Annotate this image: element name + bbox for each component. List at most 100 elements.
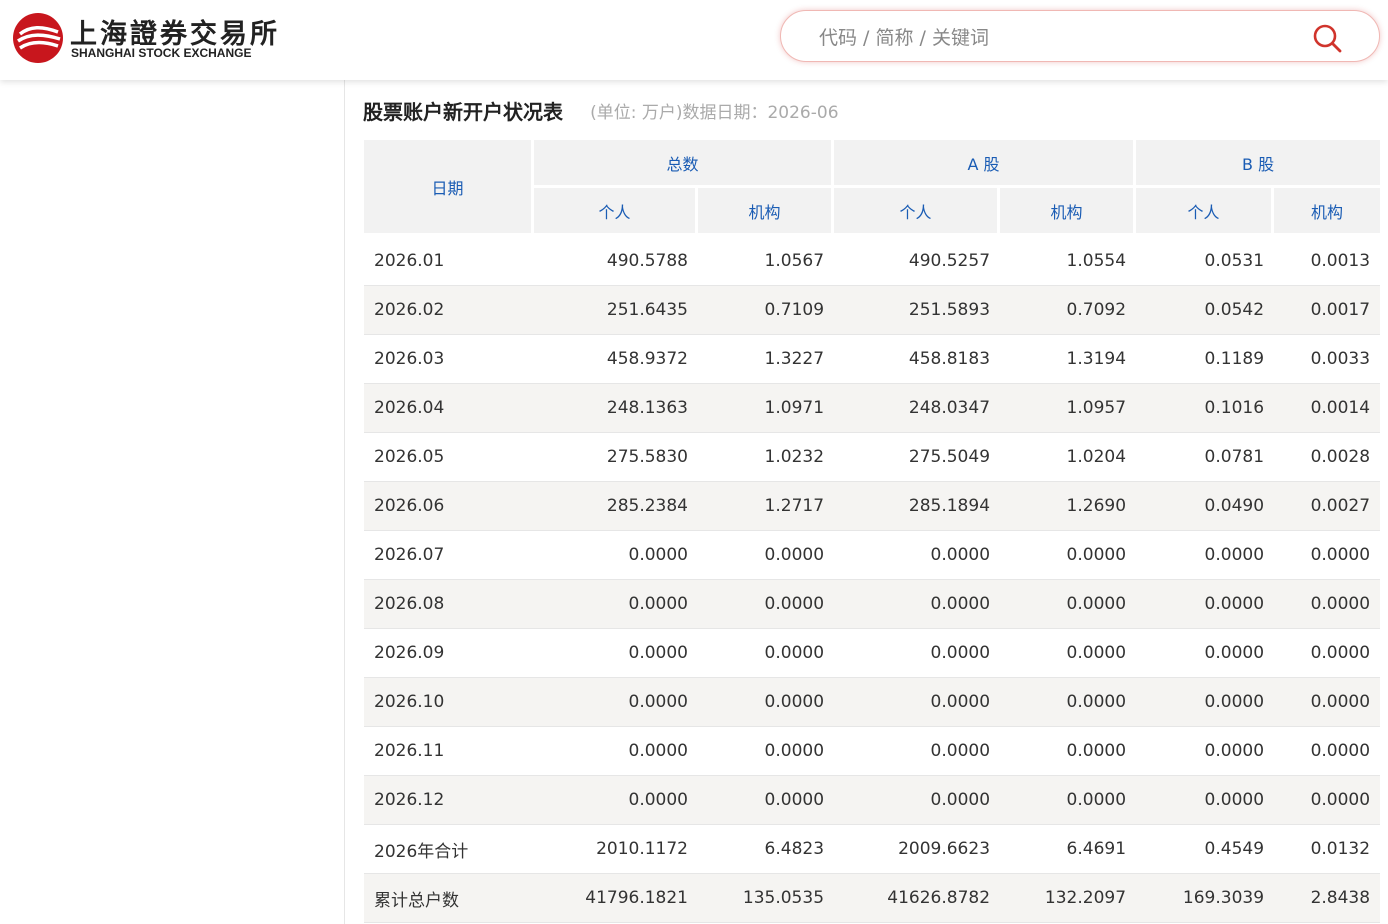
cell-b-institution: 0.0027 bbox=[1274, 482, 1381, 531]
site-header: 上海證券交易所 SHANGHAI STOCK EXCHANGE bbox=[0, 0, 1388, 80]
cell-b-institution: 0.0000 bbox=[1274, 580, 1381, 629]
cell-total-institution: 6.4823 bbox=[698, 825, 835, 874]
logo-english-name: SHANGHAI STOCK EXCHANGE bbox=[71, 46, 252, 60]
cell-a-individual: 0.0000 bbox=[834, 580, 1001, 629]
table-row: 2026.01 490.5788 1.0567 490.5257 1.0554 … bbox=[364, 236, 1381, 286]
cell-a-institution: 6.4691 bbox=[1000, 825, 1137, 874]
cell-b-individual: 0.4549 bbox=[1136, 825, 1275, 874]
table-row: 2026.08 0.0000 0.0000 0.0000 0.0000 0.00… bbox=[364, 580, 1381, 629]
col-header-total-institution: 机构 bbox=[698, 188, 835, 236]
cell-a-individual: 2009.6623 bbox=[834, 825, 1001, 874]
cell-total-individual: 2010.1172 bbox=[534, 825, 698, 874]
col-header-b-institution: 机构 bbox=[1274, 188, 1381, 236]
cell-a-institution: 1.0204 bbox=[1000, 433, 1137, 482]
cell-total-institution: 0.0000 bbox=[698, 727, 835, 776]
cell-total-individual: 490.5788 bbox=[534, 236, 698, 286]
cell-a-institution: 0.0000 bbox=[1000, 580, 1137, 629]
cell-total-individual: 248.1363 bbox=[534, 384, 698, 433]
cell-date: 2026年合计 bbox=[364, 825, 534, 874]
cell-b-institution: 0.0132 bbox=[1274, 825, 1381, 874]
cell-a-institution: 0.0000 bbox=[1000, 531, 1137, 580]
cell-a-individual: 0.0000 bbox=[834, 678, 1001, 727]
cell-total-individual: 0.0000 bbox=[534, 580, 698, 629]
cell-total-individual: 0.0000 bbox=[534, 776, 698, 825]
cell-a-institution: 0.7092 bbox=[1000, 286, 1137, 335]
table-row: 2026.11 0.0000 0.0000 0.0000 0.0000 0.00… bbox=[364, 727, 1381, 776]
search-icon[interactable] bbox=[1311, 22, 1343, 54]
table-header-row-1: 日期 总数 A 股 B 股 bbox=[364, 140, 1381, 236]
cell-b-institution: 0.0000 bbox=[1274, 531, 1381, 580]
report-title: 股票账户新开户状况表 bbox=[363, 100, 563, 124]
cell-total-institution: 1.3227 bbox=[698, 335, 835, 384]
table-row: 2026.05 275.5830 1.0232 275.5049 1.0204 … bbox=[364, 433, 1381, 482]
cell-a-individual: 458.8183 bbox=[834, 335, 1001, 384]
cell-total-institution: 1.0232 bbox=[698, 433, 835, 482]
cell-b-institution: 2.8438 bbox=[1274, 874, 1381, 923]
cell-b-institution: 0.0014 bbox=[1274, 384, 1381, 433]
table-row: 2026.02 251.6435 0.7109 251.5893 0.7092 … bbox=[364, 286, 1381, 335]
table-row-year-total: 2026年合计 2010.1172 6.4823 2009.6623 6.469… bbox=[364, 825, 1381, 874]
cell-b-institution: 0.0013 bbox=[1274, 236, 1381, 286]
search-input[interactable] bbox=[817, 23, 1301, 53]
cell-total-institution: 0.0000 bbox=[698, 678, 835, 727]
cell-date: 2026.02 bbox=[364, 286, 534, 335]
cell-total-individual: 0.0000 bbox=[534, 727, 698, 776]
cell-a-individual: 0.0000 bbox=[834, 776, 1001, 825]
table-row: 2026.09 0.0000 0.0000 0.0000 0.0000 0.00… bbox=[364, 629, 1381, 678]
cell-a-institution: 1.2690 bbox=[1000, 482, 1137, 531]
table-row: 2026.10 0.0000 0.0000 0.0000 0.0000 0.00… bbox=[364, 678, 1381, 727]
table-row: 2026.07 0.0000 0.0000 0.0000 0.0000 0.00… bbox=[364, 531, 1381, 580]
cell-total-institution: 1.2717 bbox=[698, 482, 835, 531]
cell-a-institution: 132.2097 bbox=[1000, 874, 1137, 923]
cell-b-individual: 0.0000 bbox=[1136, 580, 1275, 629]
cell-a-individual: 0.0000 bbox=[834, 727, 1001, 776]
cell-total-institution: 0.0000 bbox=[698, 580, 835, 629]
col-header-a-share: A 股 bbox=[834, 140, 1137, 188]
cell-b-individual: 0.0000 bbox=[1136, 531, 1275, 580]
left-sidebar bbox=[0, 80, 345, 924]
cell-b-institution: 0.0000 bbox=[1274, 678, 1381, 727]
col-header-a-institution: 机构 bbox=[1000, 188, 1137, 236]
cell-b-institution: 0.0000 bbox=[1274, 776, 1381, 825]
cell-total-individual: 0.0000 bbox=[534, 678, 698, 727]
cell-total-individual: 251.6435 bbox=[534, 286, 698, 335]
col-header-a-individual: 个人 bbox=[834, 188, 1001, 236]
cell-b-institution: 0.0028 bbox=[1274, 433, 1381, 482]
cell-a-institution: 0.0000 bbox=[1000, 678, 1137, 727]
cell-b-individual: 0.0490 bbox=[1136, 482, 1275, 531]
cell-date: 累计总户数 bbox=[364, 874, 534, 923]
cell-total-institution: 135.0535 bbox=[698, 874, 835, 923]
cell-date: 2026.05 bbox=[364, 433, 534, 482]
table-row: 2026.12 0.0000 0.0000 0.0000 0.0000 0.00… bbox=[364, 776, 1381, 825]
cell-b-individual: 0.0781 bbox=[1136, 433, 1275, 482]
cell-date: 2026.09 bbox=[364, 629, 534, 678]
cell-b-institution: 0.0033 bbox=[1274, 335, 1381, 384]
cell-b-institution: 0.0000 bbox=[1274, 629, 1381, 678]
cell-total-institution: 0.7109 bbox=[698, 286, 835, 335]
cell-date: 2026.03 bbox=[364, 335, 534, 384]
table-row: 2026.03 458.9372 1.3227 458.8183 1.3194 … bbox=[364, 335, 1381, 384]
cell-a-institution: 1.3194 bbox=[1000, 335, 1137, 384]
cell-date: 2026.07 bbox=[364, 531, 534, 580]
cell-date: 2026.04 bbox=[364, 384, 534, 433]
cell-a-institution: 1.0554 bbox=[1000, 236, 1137, 286]
sse-logo-mark-icon bbox=[13, 13, 63, 63]
cell-b-individual: 0.0000 bbox=[1136, 678, 1275, 727]
table-row: 2026.06 285.2384 1.2717 285.1894 1.2690 … bbox=[364, 482, 1381, 531]
cell-total-institution: 1.0567 bbox=[698, 236, 835, 286]
cell-total-individual: 285.2384 bbox=[534, 482, 698, 531]
col-header-b-share: B 股 bbox=[1136, 140, 1381, 188]
cell-total-individual: 0.0000 bbox=[534, 531, 698, 580]
col-header-b-individual: 个人 bbox=[1136, 188, 1275, 236]
table-row: 2026.04 248.1363 1.0971 248.0347 1.0957 … bbox=[364, 384, 1381, 433]
cell-date: 2026.08 bbox=[364, 580, 534, 629]
cell-a-institution: 0.0000 bbox=[1000, 776, 1137, 825]
col-header-total: 总数 bbox=[534, 140, 835, 188]
cell-a-individual: 285.1894 bbox=[834, 482, 1001, 531]
cell-a-institution: 1.0957 bbox=[1000, 384, 1137, 433]
sse-logo[interactable]: 上海證券交易所 SHANGHAI STOCK EXCHANGE bbox=[12, 10, 277, 66]
cell-a-individual: 41626.8782 bbox=[834, 874, 1001, 923]
cell-total-individual: 275.5830 bbox=[534, 433, 698, 482]
cell-b-individual: 0.1189 bbox=[1136, 335, 1275, 384]
cell-b-institution: 0.0000 bbox=[1274, 727, 1381, 776]
